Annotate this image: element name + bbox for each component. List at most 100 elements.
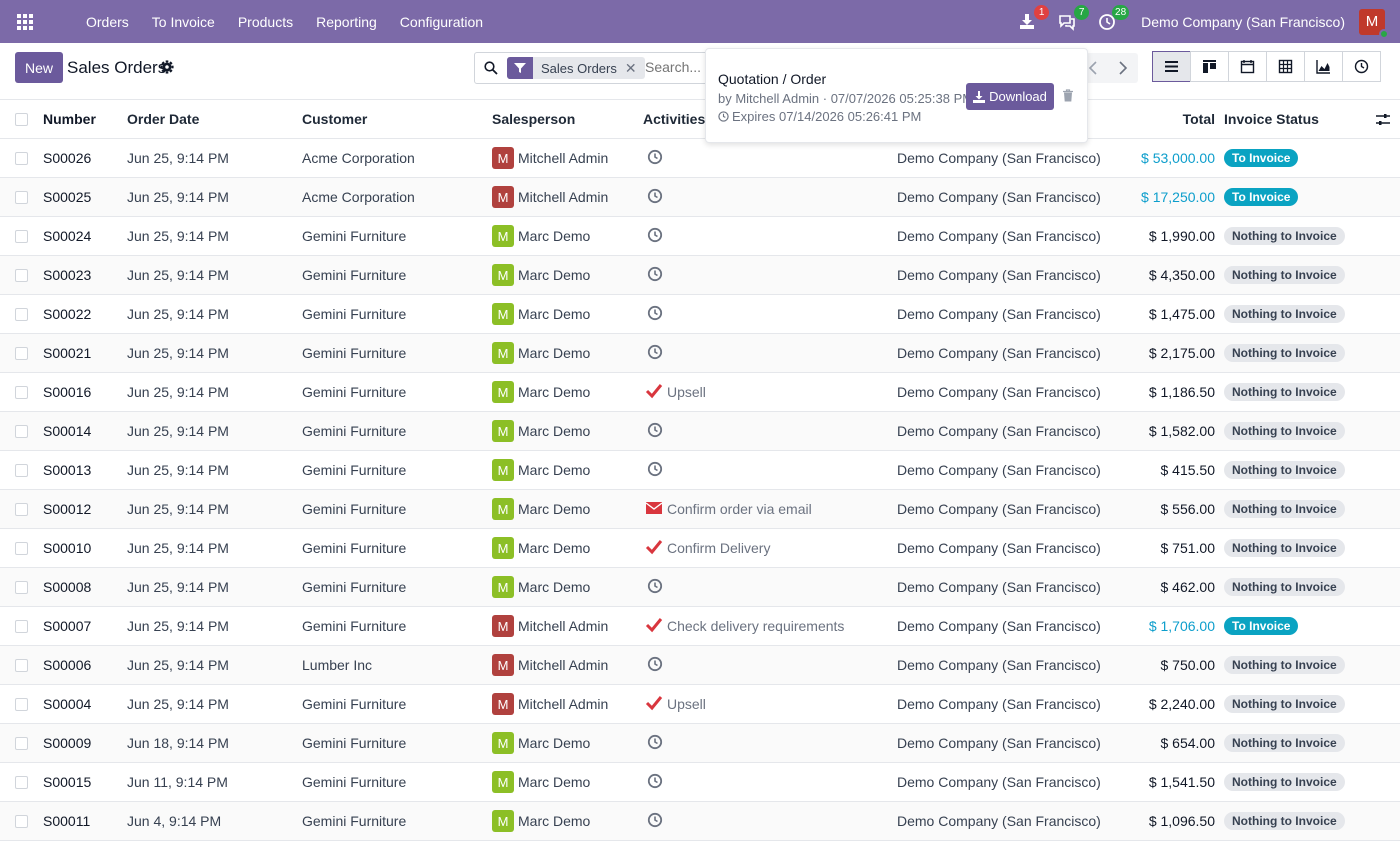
header-salesperson[interactable]: Salesperson [492,100,575,138]
activity-label[interactable]: Upsell [667,384,706,400]
trash-icon[interactable] [1062,89,1074,102]
table-row[interactable]: S00015 Jun 11, 9:14 PM Gemini Furniture M Ma… [0,763,1400,802]
menu-reporting[interactable]: Reporting [316,14,377,30]
salesperson-avatar[interactable]: M [492,420,514,442]
table-row[interactable]: S00014 Jun 25, 9:14 PM Gemini Furniture M Ma… [0,412,1400,451]
header-order-date[interactable]: Order Date [127,100,199,138]
kanban-view-button[interactable] [1190,51,1229,82]
salesperson-avatar[interactable]: M [492,459,514,481]
row-checkbox[interactable] [15,217,28,255]
activity-label[interactable]: Confirm order via email [667,501,812,517]
salesperson-avatar[interactable]: M [492,771,514,793]
messages-icon[interactable]: 7 [1057,4,1090,32]
calendar-view-button[interactable] [1228,51,1267,82]
activity-clock-icon[interactable] [643,227,663,246]
row-checkbox[interactable] [15,607,28,645]
menu-orders[interactable]: Orders [86,14,129,30]
menu-products[interactable]: Products [238,14,293,30]
activity-clock-icon[interactable] [643,188,663,207]
salesperson-avatar[interactable]: M [492,381,514,403]
search-input[interactable] [645,59,705,75]
activity-clock-icon[interactable] [643,773,663,792]
salesperson-avatar[interactable]: M [492,342,514,364]
select-all-checkbox[interactable] [15,100,28,138]
activity-clock-icon[interactable] [643,734,663,753]
row-checkbox[interactable] [15,139,28,177]
user-avatar[interactable]: M [1359,8,1389,39]
row-checkbox[interactable] [15,529,28,567]
row-checkbox[interactable] [15,451,28,489]
activity-clock-icon[interactable] [643,578,663,597]
row-checkbox[interactable] [15,685,28,723]
row-checkbox[interactable] [15,490,28,528]
table-row[interactable]: S00021 Jun 25, 9:14 PM Gemini Furniture M Ma… [0,334,1400,373]
company-switcher[interactable]: Demo Company (San Francisco) [1141,14,1345,30]
salesperson-avatar[interactable]: M [492,615,514,637]
table-row[interactable]: S00025 Jun 25, 9:14 PM Acme Corporation M Mi… [0,178,1400,217]
check-icon[interactable] [643,539,667,558]
salesperson-avatar[interactable]: M [492,498,514,520]
activity-clock-icon[interactable] [643,149,663,168]
email-icon[interactable] [643,500,667,519]
facet-remove-icon[interactable]: ✕ [625,60,645,77]
pager-next-button[interactable] [1108,53,1138,83]
menu-configuration[interactable]: Configuration [400,14,483,30]
activity-clock-icon[interactable] [643,344,663,363]
table-row[interactable]: S00007 Jun 25, 9:14 PM Gemini Furniture M Mi… [0,607,1400,646]
salesperson-avatar[interactable]: M [492,147,514,169]
activity-label[interactable]: Upsell [667,696,706,712]
header-customer[interactable]: Customer [302,100,367,138]
row-checkbox[interactable] [15,334,28,372]
table-row[interactable]: S00011 Jun 4, 9:14 PM Gemini Furniture M Mar… [0,802,1400,841]
activities-clock-icon[interactable]: 28 [1097,4,1130,32]
activity-view-button[interactable] [1342,51,1381,82]
row-checkbox[interactable] [15,646,28,684]
graph-view-button[interactable] [1304,51,1343,82]
row-checkbox[interactable] [15,412,28,450]
header-invoice-status[interactable]: Invoice Status [1224,100,1319,138]
header-number[interactable]: Number [43,100,96,138]
salesperson-avatar[interactable]: M [492,576,514,598]
row-checkbox[interactable] [15,178,28,216]
table-row[interactable]: S00016 Jun 25, 9:14 PM Gemini Furniture M Ma… [0,373,1400,412]
activity-label[interactable]: Check delivery requirements [667,618,844,634]
row-checkbox[interactable] [15,373,28,411]
table-row[interactable]: S00009 Jun 18, 9:14 PM Gemini Furniture M Ma… [0,724,1400,763]
salesperson-avatar[interactable]: M [492,303,514,325]
table-row[interactable]: S00013 Jun 25, 9:14 PM Gemini Furniture M Ma… [0,451,1400,490]
header-activities[interactable]: Activities [643,100,705,138]
search-icon[interactable] [484,61,498,75]
row-checkbox[interactable] [15,802,28,840]
table-row[interactable]: S00023 Jun 25, 9:14 PM Gemini Furniture M Ma… [0,256,1400,295]
header-total[interactable]: Total [1183,100,1215,138]
table-row[interactable]: S00006 Jun 25, 9:14 PM Lumber Inc M Mitchell… [0,646,1400,685]
table-row[interactable]: S00010 Jun 25, 9:14 PM Gemini Furniture M Ma… [0,529,1400,568]
download-button[interactable]: Download [966,83,1054,110]
salesperson-avatar[interactable]: M [492,732,514,754]
row-checkbox[interactable] [15,724,28,762]
apps-menu-icon[interactable] [0,0,50,43]
column-options-icon[interactable] [1376,100,1390,138]
activity-clock-icon[interactable] [643,656,663,675]
salesperson-avatar[interactable]: M [492,810,514,832]
row-checkbox[interactable] [15,763,28,801]
activity-clock-icon[interactable] [643,266,663,285]
list-view-button[interactable] [1152,51,1191,82]
table-row[interactable]: S00004 Jun 25, 9:14 PM Gemini Furniture M Mi… [0,685,1400,724]
salesperson-avatar[interactable]: M [492,693,514,715]
salesperson-avatar[interactable]: M [492,537,514,559]
pivot-view-button[interactable] [1266,51,1305,82]
salesperson-avatar[interactable]: M [492,654,514,676]
check-icon[interactable] [643,617,667,636]
table-row[interactable]: S00008 Jun 25, 9:14 PM Gemini Furniture M Ma… [0,568,1400,607]
activity-clock-icon[interactable] [643,812,663,831]
activity-clock-icon[interactable] [643,461,663,480]
table-row[interactable]: S00012 Jun 25, 9:14 PM Gemini Furniture M Ma… [0,490,1400,529]
check-icon[interactable] [643,383,667,402]
gear-icon[interactable] [160,60,174,74]
salesperson-avatar[interactable]: M [492,264,514,286]
salesperson-avatar[interactable]: M [492,225,514,247]
activity-clock-icon[interactable] [643,305,663,324]
new-button[interactable]: New [15,52,63,83]
table-row[interactable]: S00022 Jun 25, 9:14 PM Gemini Furniture M Ma… [0,295,1400,334]
